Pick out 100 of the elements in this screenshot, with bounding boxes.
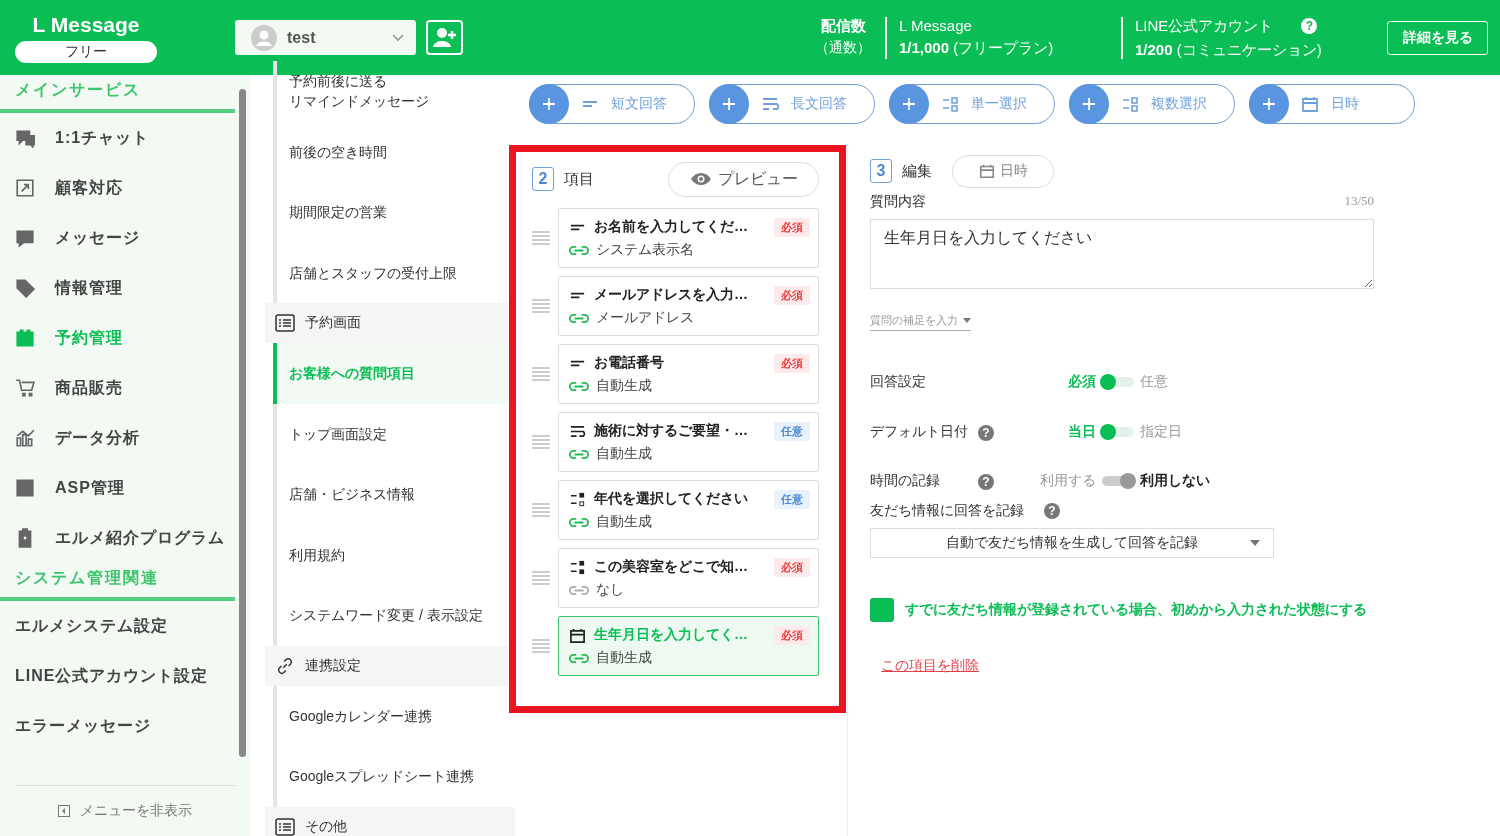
setting-label: デフォルト日付 [870, 423, 969, 441]
sidebar-item[interactable]: エラーメッセージ [0, 701, 235, 751]
list-icon [275, 817, 295, 836]
help-icon[interactable]: ? [978, 473, 994, 490]
status-tag: 必須 [774, 217, 810, 237]
linked-field: 自動生成 [596, 513, 652, 531]
drag-handle-icon[interactable] [532, 571, 550, 585]
drag-handle-icon[interactable] [532, 299, 550, 313]
sidebar-item[interactable]: ASP管理 [0, 463, 235, 513]
hide-menu-link[interactable]: メニューを非表示 [15, 785, 235, 836]
caret-icon [392, 33, 404, 42]
drag-handle-icon[interactable] [532, 231, 550, 245]
group-title: 予約画面 [305, 314, 361, 332]
linked-field: なし [596, 581, 624, 599]
avatar-icon [251, 24, 277, 51]
account-select[interactable]: test [235, 20, 416, 55]
stats-subtitle: （通数） [815, 38, 871, 57]
nav-item[interactable]: 前後の空き時間 [273, 121, 515, 182]
question-title: メールアドレスを入力… [594, 286, 749, 304]
delete-link[interactable]: この項目を削除 [881, 657, 979, 675]
toggle-option: 任意 [1140, 373, 1168, 391]
question-card[interactable]: 施術に対するご要望・… 任意 自動生成 [558, 412, 819, 472]
nav-item[interactable]: 店舗・ビジネス情報 [273, 464, 515, 525]
setting-label: 時間の記録 [870, 472, 941, 490]
logo: L Message [32, 12, 140, 37]
sidebar-item[interactable]: メッセージ [0, 213, 235, 263]
menu-icon [15, 478, 35, 498]
stat-value: 1/200 (コミュニケーション) [1135, 40, 1323, 60]
record-select[interactable]: 自動で友だち情報を生成して回答を記録 [870, 528, 1274, 558]
linked-field: 自動生成 [596, 445, 652, 463]
setting-label: 回答設定 [870, 373, 927, 391]
stats-title: 配信数 [819, 16, 867, 36]
calendar-icon [1301, 95, 1319, 113]
drag-handle-icon[interactable] [532, 639, 550, 653]
nav-item[interactable]: 予約前後に送る リマインドメッセージ [273, 61, 515, 122]
setting-label: 友だち情報に回答を記録 [870, 502, 1024, 520]
sidebar-item[interactable]: 1:1チャット [0, 113, 235, 163]
sidebar-item[interactable]: LINE公式アカウント設定 [0, 651, 235, 701]
question-input[interactable]: 生年月日を入力してください [870, 219, 1374, 289]
link-icon [275, 656, 295, 675]
add-user-button[interactable] [426, 20, 463, 55]
preview-button[interactable]: プレビュー [668, 161, 819, 197]
toggle-option: 利用しない [1140, 472, 1210, 490]
toggle-switch[interactable] [1102, 377, 1134, 387]
group-title: 連携設定 [305, 656, 361, 675]
checkbox[interactable] [870, 598, 894, 622]
menu-icon [15, 278, 35, 298]
menu-icon [15, 228, 35, 248]
question-card[interactable]: 年代を選択してください 任意 自動生成 [558, 480, 819, 540]
calendar-icon [569, 626, 586, 644]
sidebar-item[interactable]: エルメ紹介プログラム [0, 513, 235, 563]
toggle-option: 利用する [1034, 472, 1096, 490]
status-tag: 必須 [774, 625, 810, 645]
scrollbar[interactable] [239, 89, 246, 757]
status-tag: 任意 [774, 489, 810, 509]
toggle-switch[interactable] [1102, 427, 1134, 437]
eye-icon [689, 172, 712, 186]
nav-item[interactable]: トップ画面設定 [273, 403, 515, 464]
step-number: 3 [870, 159, 892, 183]
sidebar-item[interactable]: 商品販売 [0, 363, 235, 413]
status-tag: 必須 [774, 353, 810, 373]
caret-icon [963, 318, 971, 323]
help-icon[interactable]: ? [978, 424, 994, 441]
collapse-icon [58, 805, 70, 817]
question-card[interactable]: お名前を入力してくだ… 必須 システム表示名 [558, 208, 819, 268]
question-card[interactable]: メールアドレスを入力… 必須 メールアドレス [558, 276, 819, 336]
drag-handle-icon[interactable] [532, 367, 550, 381]
type-chip: 日時 [952, 154, 1054, 188]
question-title: お名前を入力してくだ… [594, 218, 749, 236]
nav-item[interactable]: Googleカレンダー連携 [273, 685, 515, 746]
section-title: メインサービス [0, 75, 235, 113]
question-title: 年代を選択してください [594, 490, 749, 508]
toggle-option: 必須 [1038, 373, 1096, 391]
nav-item[interactable]: 期間限定の営業 [273, 182, 515, 243]
help-icon[interactable]: ? [1044, 503, 1060, 519]
stat-value: 1/1,000 (フリープラン) [899, 38, 1055, 58]
step-number: 2 [532, 167, 554, 191]
field-label: 質問内容 [870, 193, 926, 211]
toggle-option: 指定日 [1140, 423, 1182, 441]
sidebar-item[interactable]: 顧客対応 [0, 163, 235, 213]
question-title: 施術に対するご要望・… [594, 422, 749, 440]
menu-icon [15, 428, 35, 448]
char-counter: 13/50 [1344, 193, 1374, 210]
plan-badge: フリー [15, 40, 157, 63]
sidebar-item[interactable]: エルメシステム設定 [0, 601, 235, 651]
sidebar-item[interactable]: 情報管理 [0, 263, 235, 313]
toggle-switch[interactable] [1102, 476, 1134, 486]
choice-icon [941, 95, 959, 113]
plus-icon [529, 84, 569, 124]
panel-title: 項目 [564, 169, 594, 189]
question-card[interactable]: お電話番号 必須 自動生成 [558, 344, 819, 404]
drag-handle-icon[interactable] [532, 435, 550, 449]
linked-field: メールアドレス [596, 309, 694, 327]
drag-handle-icon[interactable] [532, 503, 550, 517]
nav-item[interactable]: 利用規約 [273, 524, 515, 585]
caret-icon [1250, 540, 1260, 546]
sidebar-item[interactable]: データ分析 [0, 413, 235, 463]
question-card[interactable]: 生年月日を入力してく… 必須 自動生成 [558, 616, 819, 676]
choice-icon [1121, 95, 1139, 113]
question-card[interactable]: この美容室をどこで知… 必須 なし [558, 548, 819, 608]
